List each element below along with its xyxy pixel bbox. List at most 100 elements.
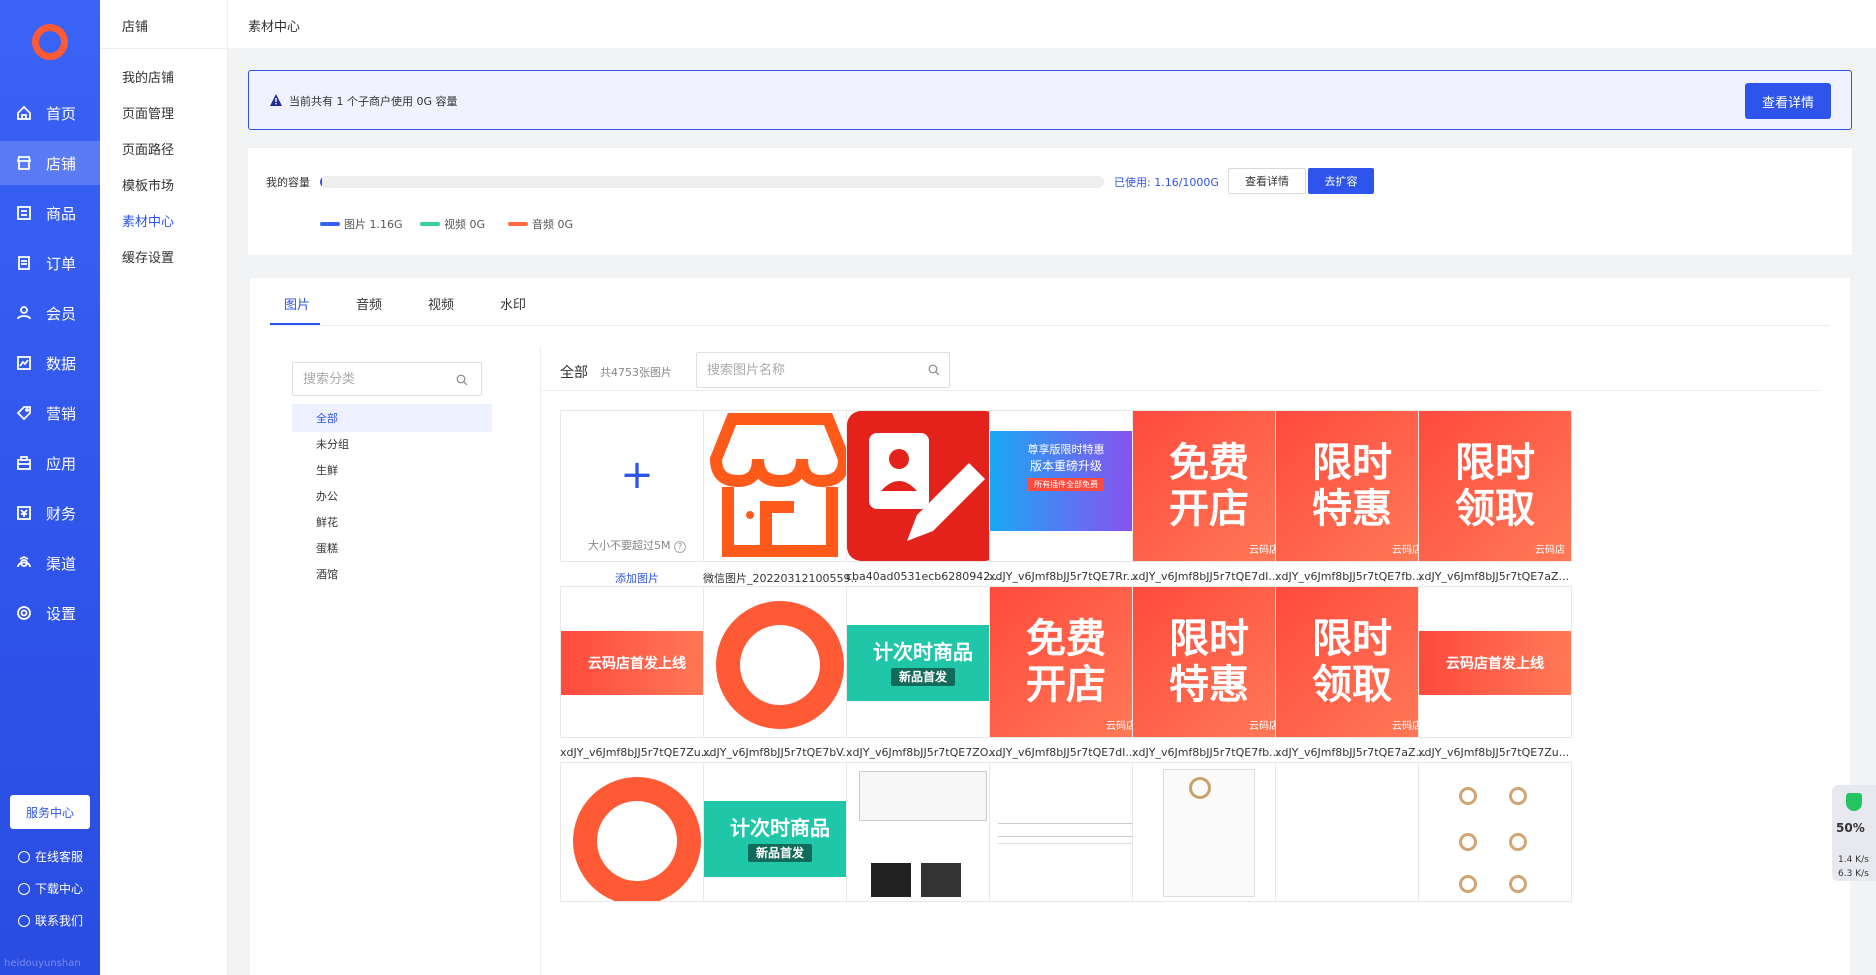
online-service-link[interactable]: 在线客服 (18, 848, 83, 865)
capacity-label: 我的容量 (266, 176, 310, 189)
image-name: xdJY_v6Jmf8bJJ5r7tQE7fb... (1132, 746, 1280, 759)
legend-label: 图片 1.16G (344, 218, 403, 231)
capacity-detail-button[interactable]: 查看详情 (1228, 168, 1306, 194)
category-item-bar[interactable]: 酒馆 (292, 560, 492, 588)
image-thumb-edit[interactable] (846, 410, 1000, 562)
tile-brand: 云码店 (1535, 545, 1565, 556)
image-card[interactable]: 云码店首发上线 xdJY_v6Jmf8bJJ5r7tQE7Zu... 2020-… (560, 586, 714, 782)
image-thumb-free-open[interactable]: 免费 开店 云码店 (1132, 410, 1286, 562)
subnav-item-page-path[interactable]: 页面路径 (122, 139, 174, 158)
image-thumb-watches[interactable] (1418, 762, 1572, 902)
image-thumb-banner[interactable]: 云码店首发上线 (560, 586, 714, 738)
image-thumb-limited-deal[interactable]: 限时 特惠 云码店 (1132, 586, 1286, 738)
image-thumb-watch-spec[interactable] (1132, 762, 1286, 902)
subnav-item-cache-settings[interactable]: 缓存设置 (122, 247, 174, 266)
nav-item-order[interactable]: 订单 (0, 241, 100, 285)
image-card[interactable]: 微信图片_20220312100559... 2022-03-12 (703, 410, 857, 609)
image-card[interactable]: 云码店首发上线 xdJY_v6Jmf8bJJ5r7tQE7Zu... 2020-… (1418, 586, 1572, 782)
category-item-all[interactable]: 全部 (292, 404, 492, 432)
subnav-item-my-store[interactable]: 我的店铺 (122, 67, 174, 86)
category-item-flowers[interactable]: 鲜花 (292, 508, 492, 536)
subnav-item-template-market[interactable]: 模板市场 (122, 175, 174, 194)
image-card[interactable]: cba40ad0531ecb6280942... 2022-03-12 (846, 410, 1000, 606)
image-card[interactable]: 尊享版限时特惠 版本重磅升级 所有插件全部免费 xdJY_v6Jmf8bJJ5r… (989, 410, 1143, 606)
image-card[interactable]: 计次时商品 新品首发 (703, 762, 857, 902)
search-icon[interactable] (928, 364, 940, 376)
capacity-panel: 我的容量 已使用: 1.16/1000G 查看详情 去扩容 图片 1.16G 视… (248, 148, 1852, 255)
image-thumb-timed-goods[interactable]: 计次时商品 新品首发 (846, 586, 1000, 738)
nav-item-app[interactable]: 应用 (0, 441, 100, 485)
tab-video[interactable]: 视频 (428, 294, 454, 313)
image-card[interactable]: 限时 特惠 云码店 xdJY_v6Jmf8bJJ5r7tQE7fb... 202… (1275, 410, 1429, 606)
image-card[interactable] (560, 762, 714, 902)
image-thumb-limited-deal[interactable]: 限时 特惠 云码店 (1275, 410, 1429, 562)
upload-hint: 大小不要超过5M (588, 539, 671, 552)
nav-item-channel[interactable]: 渠道 (0, 541, 100, 585)
image-thumb-timed-goods[interactable]: 计次时商品 新品首发 (703, 762, 857, 902)
upload-thumb[interactable]: + 大小不要超过5M ? (560, 410, 714, 562)
image-thumb-product-detail[interactable] (846, 762, 1000, 902)
category-item-ungrouped[interactable]: 未分组 (292, 430, 492, 458)
image-thumb-table[interactable] (989, 762, 1143, 902)
image-card[interactable]: 限时 领取 云码店 xdJY_v6Jmf8bJJ5r7tQE7aZ... 202… (1418, 410, 1572, 606)
image-card[interactable] (846, 762, 1000, 902)
nav-item-settings[interactable]: 设置 (0, 591, 100, 635)
expand-capacity-button[interactable]: 去扩容 (1308, 168, 1374, 194)
image-card[interactable]: 免费 开店 云码店 xdJY_v6Jmf8bJJ5r7tQE7dI... 202… (1132, 410, 1286, 606)
image-name: xdJY_v6Jmf8bJJ5r7tQE7dI... (989, 746, 1136, 759)
nav-item-store[interactable]: 店铺 (0, 141, 100, 185)
legend-swatch (420, 222, 440, 226)
image-card[interactable] (989, 762, 1143, 902)
top-header: 素材中心 (228, 0, 1876, 48)
category-item-fresh[interactable]: 生鲜 (292, 456, 492, 484)
image-thumb-limited-claim[interactable]: 限时 领取 云码店 (1418, 410, 1572, 562)
image-thumb-store[interactable] (703, 410, 857, 562)
image-thumb-promo[interactable]: 尊享版限时特惠 版本重磅升级 所有插件全部免费 (989, 410, 1143, 562)
legend-swatch (508, 222, 528, 226)
add-image-link[interactable]: 添加图片 (560, 570, 714, 586)
download-center-link[interactable]: 下载中心 (18, 880, 83, 897)
image-search-input[interactable] (696, 352, 950, 388)
nav-item-finance[interactable]: 财务 (0, 491, 100, 535)
image-card[interactable]: 限时 领取 云码店 xdJY_v6Jmf8bJJ5r7tQE7aZ... 202… (1275, 586, 1429, 782)
search-icon[interactable] (456, 374, 468, 386)
image-card[interactable] (1275, 762, 1429, 902)
image-thumb-logo[interactable] (560, 762, 714, 902)
image-thumb-banner[interactable]: 云码店首发上线 (1418, 586, 1572, 738)
nav-item-data[interactable]: 数据 (0, 341, 100, 385)
category-item-office[interactable]: 办公 (292, 482, 492, 510)
tab-images[interactable]: 图片 (284, 294, 310, 313)
image-card[interactable]: 计次时商品 新品首发 xdJY_v6Jmf8bJJ5r7tQE7ZO... 20… (846, 586, 1000, 782)
capacity-used-text: 已使用: 1.16/1000G (1114, 176, 1219, 189)
category-search-input[interactable] (292, 362, 482, 396)
image-card[interactable]: 限时 特惠 云码店 xdJY_v6Jmf8bJJ5r7tQE7fb... 202… (1132, 586, 1286, 782)
goods-icon (16, 205, 32, 221)
nav-item-member[interactable]: 会员 (0, 291, 100, 335)
image-card[interactable] (1132, 762, 1286, 902)
tab-bar: 图片 音频 视频 水印 (270, 278, 1830, 326)
image-card[interactable]: 免费 开店 云码店 xdJY_v6Jmf8bJJ5r7tQE7dI... 202… (989, 586, 1143, 782)
category-item-cake[interactable]: 蛋糕 (292, 534, 492, 562)
image-card[interactable]: xdJY_v6Jmf8bJJ5r7tQE7bV... 2020-09-02 (703, 586, 857, 782)
image-thumb-free-open[interactable]: 免费 开店 云码店 (989, 586, 1143, 738)
contact-us-link[interactable]: 联系我们 (18, 912, 83, 929)
tile-subtext: 新品首发 (747, 844, 812, 862)
logo[interactable] (32, 24, 68, 60)
nav-item-marketing[interactable]: 营销 (0, 391, 100, 435)
tile-text: 开店 (1169, 486, 1249, 532)
view-details-button[interactable]: 查看详情 (1745, 83, 1831, 119)
subnav-item-material-center[interactable]: 素材中心 (122, 211, 174, 230)
tab-watermark[interactable]: 水印 (500, 294, 526, 313)
image-thumb-limited-claim[interactable]: 限时 领取 云码店 (1275, 586, 1429, 738)
upload-card[interactable]: + 大小不要超过5M ? 添加图片 (560, 410, 714, 586)
nav-item-goods[interactable]: 商品 (0, 191, 100, 235)
service-center-button[interactable]: 服务中心 (10, 795, 90, 829)
image-card[interactable] (1418, 762, 1572, 902)
nav-item-home[interactable]: 首页 (0, 91, 100, 135)
image-thumb-blank[interactable] (1275, 762, 1429, 902)
tab-audio[interactable]: 音频 (356, 294, 382, 313)
network-speed-widget[interactable]: 50% 1.4 K/s 6.3 K/s (1832, 785, 1876, 881)
category-panel: 全部 未分组 生鲜 办公 鲜花 蛋糕 酒馆 (270, 346, 495, 975)
image-thumb-logo[interactable] (703, 586, 857, 738)
subnav-item-page-manage[interactable]: 页面管理 (122, 103, 174, 122)
